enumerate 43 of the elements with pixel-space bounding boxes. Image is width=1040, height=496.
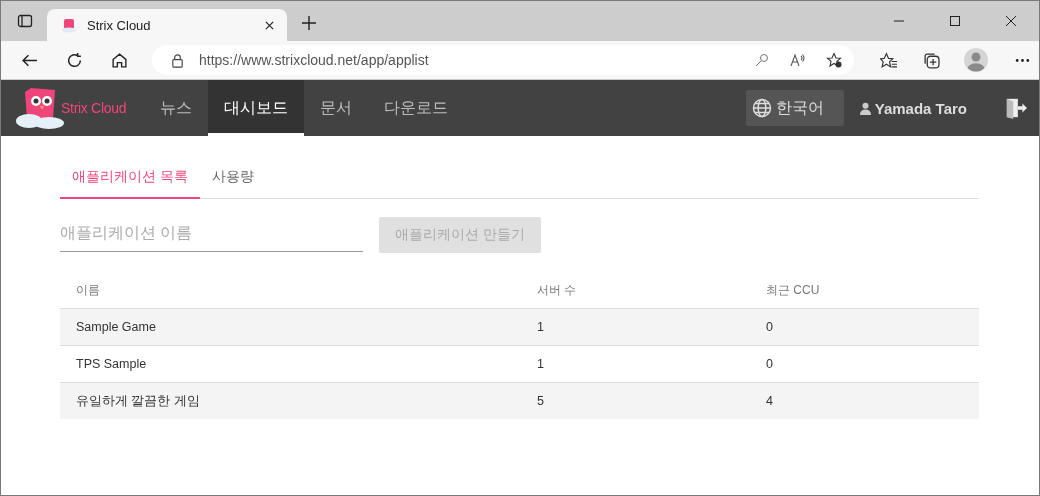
table-cell-text: 0: [766, 357, 774, 371]
nav-item[interactable]: 문서: [304, 80, 369, 136]
table-cell-text: TPS Sample: [76, 357, 148, 371]
nav-item[interactable]: 뉴스: [144, 80, 209, 136]
collections-icon[interactable]: [923, 51, 940, 69]
table-row[interactable]: 유일하게 깔끔한 게임 5 4: [60, 382, 979, 419]
table-cell-text: 1: [537, 320, 545, 334]
close-icon[interactable]: [1005, 15, 1017, 27]
key-icon[interactable]: [754, 52, 770, 68]
table-cell-text: 4: [766, 394, 774, 408]
nav-item[interactable]: 다운로드: [368, 80, 465, 136]
table-cell-text: 유일하게 깔끔한 게임: [76, 392, 201, 410]
nav-item[interactable]: 대시보드: [208, 80, 305, 136]
table-cell-text: 5: [537, 394, 545, 408]
lock-icon: [170, 52, 185, 68]
tab[interactable]: 사용량: [199, 156, 266, 199]
tab[interactable]: 애플리케이션 목록: [60, 156, 200, 199]
close-icon[interactable]: [264, 19, 275, 31]
column-header: 최근 CCU: [766, 281, 821, 299]
table-cell-text: Sample Game: [76, 320, 157, 334]
maximize-icon[interactable]: [949, 15, 961, 27]
logout-icon[interactable]: [1005, 96, 1027, 120]
globe-icon: [751, 98, 772, 118]
new-tab-icon[interactable]: [301, 15, 317, 31]
profile-icon[interactable]: [964, 48, 988, 72]
favorites-icon[interactable]: [880, 51, 897, 69]
address-bar[interactable]: https://www.strixcloud.net/app/applist: [152, 45, 854, 75]
column-header: 이름: [76, 281, 101, 299]
home-icon[interactable]: [111, 51, 128, 69]
browser-tab[interactable]: Strix Cloud: [47, 9, 287, 41]
user-icon: [859, 101, 871, 115]
owl-icon: [61, 17, 77, 33]
refresh-icon[interactable]: [66, 51, 83, 69]
table-cell-text: 1: [537, 357, 545, 371]
language-button[interactable]: 한국어: [745, 90, 844, 126]
table-row[interactable]: Sample Game 1 0: [60, 308, 979, 345]
tab-title: Strix Cloud: [87, 17, 152, 33]
user-name[interactable]: Yamada Taro: [874, 99, 967, 117]
add-favorite-icon[interactable]: [826, 52, 842, 68]
tab-actions-icon[interactable]: [17, 13, 33, 29]
read-aloud-icon[interactable]: [790, 52, 806, 68]
table-cell-text: 0: [766, 320, 774, 334]
column-header: 서버 수: [537, 281, 578, 299]
